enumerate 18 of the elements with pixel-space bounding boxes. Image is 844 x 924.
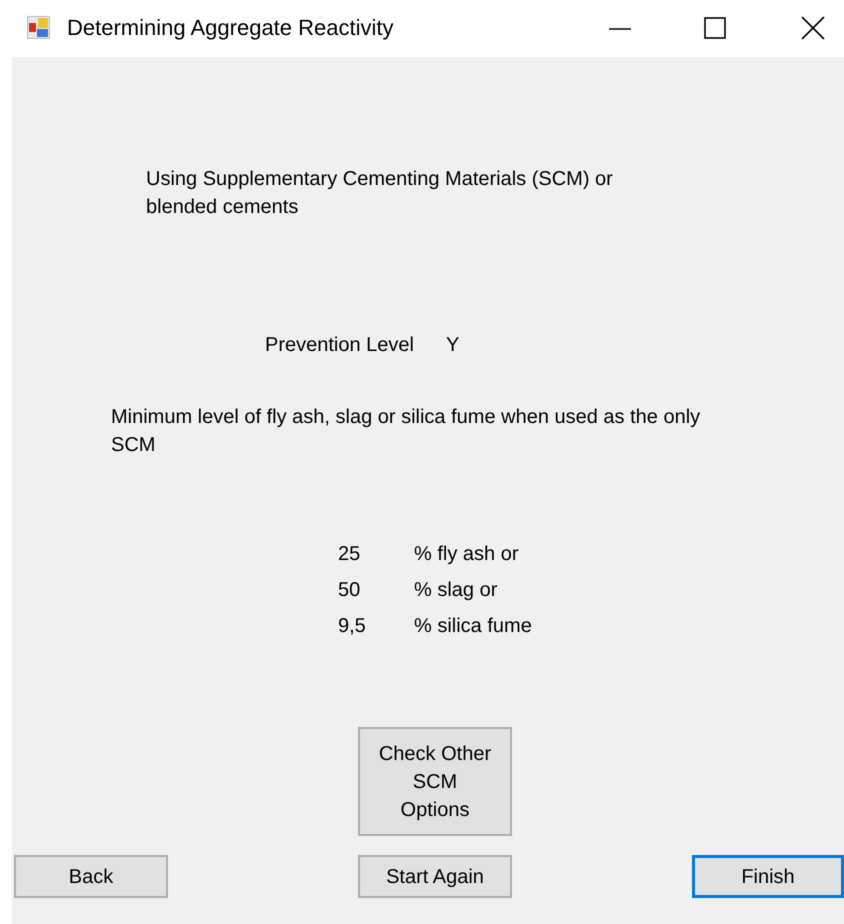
window-title: Determining Aggregate Reactivity [67, 14, 394, 40]
nav-button[interactable]: Start Again [358, 855, 512, 898]
prevention-value: Y [446, 333, 460, 358]
amount-value: 25 [338, 542, 362, 567]
prevention-label: Prevention Level [265, 333, 414, 358]
maximize-icon[interactable] [702, 14, 728, 40]
app-icon [27, 16, 50, 39]
nav-button[interactable]: Back [14, 855, 168, 898]
nav-button[interactable]: Finish [692, 855, 844, 898]
note-text: Minimum level of fly ash, slag or silica fume when used as the only SCM [111, 405, 702, 458]
amount-value: 9,5 [338, 614, 367, 639]
amount-value: 50 [338, 578, 362, 603]
heading-text: Using Supplementary Cementing Materials (SCM) or blended cements [146, 167, 614, 220]
options-button[interactable]: Check Other SCM Options [358, 727, 512, 836]
material-label: % slag or [414, 578, 498, 603]
material-label: % fly ash or [414, 542, 518, 567]
material-label: % silica fume [414, 614, 532, 639]
close-icon[interactable] [800, 14, 826, 40]
